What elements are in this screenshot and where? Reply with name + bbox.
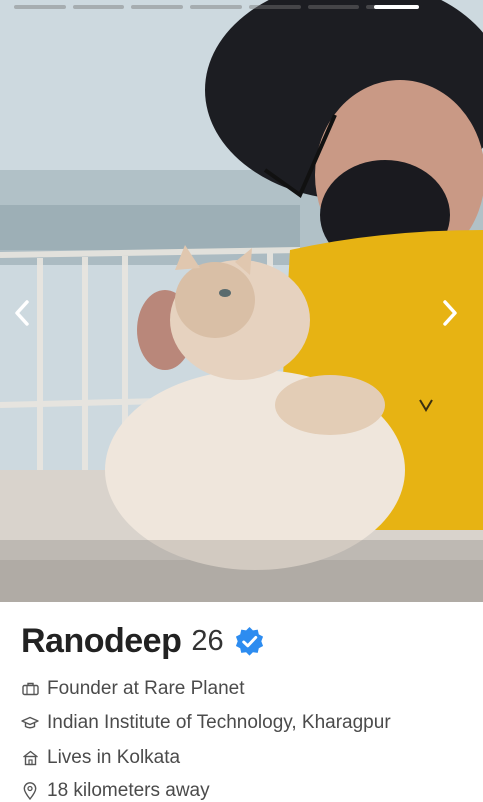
detail-job-text: Founder at Rare Planet	[47, 678, 245, 699]
chevron-left-icon	[15, 300, 29, 326]
profile-photo[interactable]	[0, 0, 483, 602]
verified-badge-icon	[235, 626, 263, 656]
graduation-cap-icon	[21, 714, 39, 732]
photo-progress-segment	[131, 5, 184, 9]
photo-progress-bar	[14, 5, 419, 9]
photo-progress-segment	[190, 5, 242, 9]
detail-education: Indian Institute of Technology, Kharagpu…	[21, 712, 391, 734]
photo-progress-segment	[72, 5, 125, 9]
previous-photo-button[interactable]	[14, 300, 44, 330]
detail-residence-text: Lives in Kolkata	[47, 747, 181, 768]
briefcase-icon	[21, 680, 39, 698]
next-photo-button[interactable]	[442, 300, 472, 330]
photo-progress-segment	[307, 5, 360, 9]
detail-distance: 18 kilometers away	[21, 780, 210, 802]
name-row: Ranodeep 26	[21, 622, 265, 661]
detail-residence: Lives in Kolkata	[21, 747, 180, 769]
photo-progress-active-segment	[374, 5, 419, 9]
photo-progress-segment	[14, 5, 66, 9]
location-pin-icon	[21, 782, 39, 800]
profile-info: Ranodeep 26 Founder at Rare Planet India…	[0, 602, 483, 801]
photo-progress-segment	[248, 5, 301, 9]
detail-education-text: Indian Institute of Technology, Kharagpu…	[47, 712, 391, 733]
detail-distance-text: 18 kilometers away	[47, 780, 210, 801]
house-icon	[21, 749, 39, 767]
chevron-right-icon	[443, 300, 457, 326]
detail-job: Founder at Rare Planet	[21, 678, 245, 700]
profile-name: Ranodeep	[21, 622, 182, 660]
photo-illustration	[0, 0, 483, 602]
profile-age: 26	[191, 625, 224, 657]
